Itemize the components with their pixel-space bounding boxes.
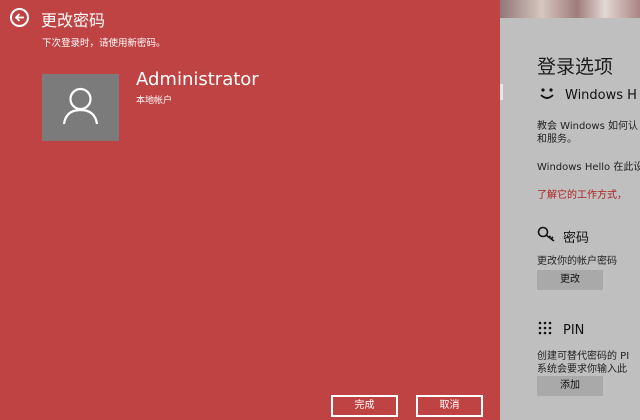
cancel-button[interactable]: 取消 [416, 395, 483, 417]
password-heading: 密码 [537, 226, 589, 246]
pin-heading: PIN [537, 321, 584, 339]
account-type: 本地帐户 [136, 96, 173, 106]
background-photo [500, 0, 640, 18]
user-icon [42, 87, 119, 145]
windows-hello-label: Windows H [565, 88, 637, 103]
user-name: Administrator [136, 69, 259, 90]
pin-heading-label: PIN [563, 322, 585, 338]
sign-in-options-title: 登录选项 [537, 56, 614, 78]
avatar [42, 74, 119, 141]
dialog-subtitle: 下次登录时，请使用新密码。 [42, 38, 166, 49]
learn-more-link[interactable]: 了解它的工作方式， [537, 186, 627, 201]
pin-description-line-2: 系统会要求你输入此 [537, 364, 627, 375]
hello-description-line-3: Windows Hello 在此设 [537, 162, 640, 173]
windows-hello-heading: Windows H [539, 86, 637, 105]
change-password-button[interactable]: 更改 [537, 270, 603, 290]
dialog-title: 更改密码 [41, 11, 106, 30]
hello-description-line-2: 和服务。 [537, 134, 577, 145]
window-edge-mark [500, 84, 503, 100]
back-button[interactable] [10, 8, 29, 27]
add-pin-button[interactable]: 添加 [537, 376, 603, 396]
smile-icon [539, 86, 555, 105]
change-password-dialog: 更改密码 下次登录时，请使用新密码。 Administrator 本地帐户 完成… [0, 0, 500, 420]
password-heading-label: 密码 [563, 230, 590, 246]
keypad-icon [537, 321, 557, 339]
password-description: 更改你的帐户密码 [537, 256, 617, 267]
back-arrow-icon [14, 12, 25, 26]
key-icon [537, 226, 557, 246]
finish-button[interactable]: 完成 [331, 395, 398, 417]
